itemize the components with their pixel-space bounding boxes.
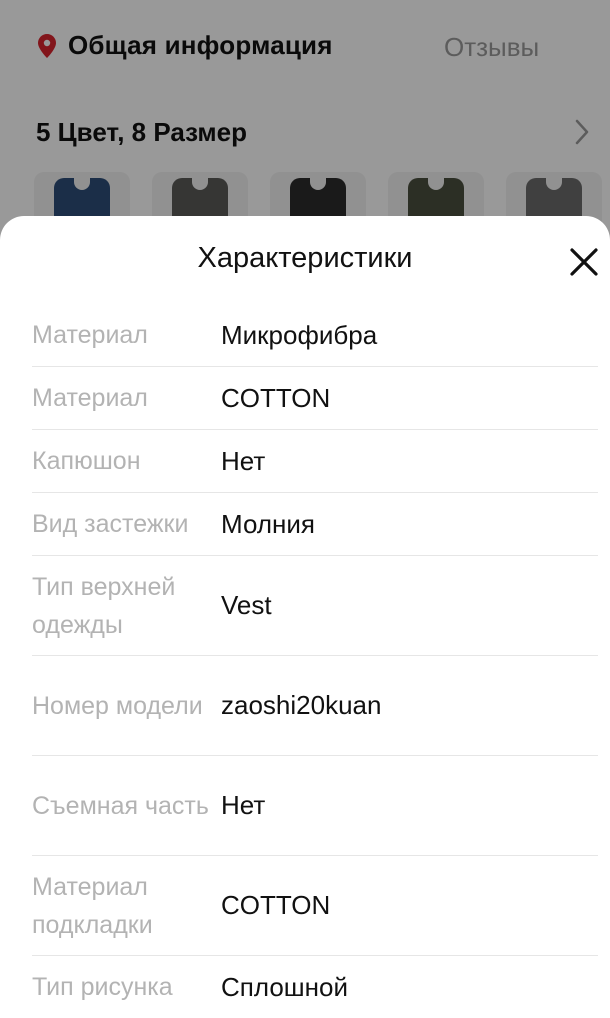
spec-row: Вид застежки Молния (32, 493, 598, 556)
spec-value: Vest (221, 590, 272, 620)
spec-list: Материал Микрофибра Материал COTTON Капю… (32, 304, 598, 1018)
spec-value: Микрофибра (221, 319, 378, 350)
spec-row: Тип верхней одежды Vest (32, 556, 598, 656)
spec-row: Материал Микрофибра (32, 304, 598, 367)
spec-label: Тип верхней одежды (32, 572, 176, 639)
spec-label: Капюшон (32, 447, 141, 475)
specifications-sheet: Характеристики Материал Микрофибра Матер… (0, 216, 610, 1016)
spec-row: Капюшон Нет (32, 430, 598, 493)
spec-value: COTTON (221, 890, 331, 920)
spec-label: Материал (32, 384, 148, 412)
spec-label: Съемная часть (32, 791, 209, 820)
spec-label: Номер модели (32, 691, 203, 720)
spec-row: Номер модели zaoshi20kuan (32, 656, 598, 756)
spec-label: Вид застежки (32, 510, 189, 538)
spec-value: Нет (221, 790, 266, 820)
spec-value: Сплошной (221, 971, 348, 1002)
spec-row: Съемная часть Нет (32, 756, 598, 856)
spec-label: Тип рисунка (32, 973, 173, 1001)
spec-value: Молния (221, 508, 315, 539)
spec-row: Тип рисунка Сплошной (32, 956, 598, 1018)
spec-value: COTTON (221, 382, 331, 413)
spec-value: zaoshi20kuan (221, 690, 382, 720)
spec-value: Нет (221, 445, 266, 476)
spec-row: Материал COTTON (32, 367, 598, 430)
spec-row: Материал подкладки COTTON (32, 856, 598, 956)
spec-label: Материал (32, 321, 148, 349)
sheet-title: Характеристики (197, 242, 413, 274)
spec-label: Материал подкладки (32, 872, 153, 939)
close-icon[interactable] (566, 244, 602, 280)
